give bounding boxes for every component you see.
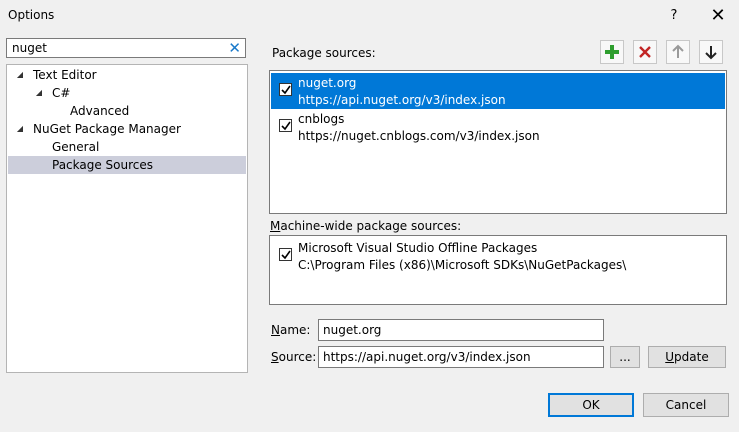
expanded-arrow-icon[interactable]: ◢ bbox=[34, 84, 44, 102]
tree-item-text-editor[interactable]: ◢ Text Editor bbox=[7, 66, 245, 84]
source-enabled-checkbox[interactable] bbox=[279, 248, 292, 261]
x-icon bbox=[639, 46, 651, 58]
checkmark-icon bbox=[281, 85, 291, 95]
source-path: C:\Program Files (x86)\Microsoft SDKs\Nu… bbox=[298, 258, 627, 272]
machine-wide-sources-list: Microsoft Visual Studio Offline Packages… bbox=[269, 235, 727, 305]
remove-source-button[interactable] bbox=[633, 40, 657, 64]
tree-item-label: General bbox=[52, 140, 100, 154]
tree-item-label: C# bbox=[52, 86, 71, 100]
options-tree: ◢ Text Editor ◢ C# Advanced ◢ NuGet Pack… bbox=[6, 64, 248, 373]
update-button[interactable]: Update bbox=[648, 346, 726, 368]
source-url: https://nuget.cnblogs.com/v3/index.json bbox=[298, 129, 540, 143]
tree-item-package-sources[interactable]: Package Sources bbox=[8, 156, 246, 174]
clear-search-icon[interactable]: ✕ bbox=[228, 39, 241, 57]
expanded-arrow-icon[interactable]: ◢ bbox=[15, 120, 25, 138]
checkmark-icon bbox=[281, 250, 291, 260]
plus-icon bbox=[605, 45, 619, 59]
add-source-button[interactable] bbox=[600, 40, 624, 64]
source-name: cnblogs bbox=[298, 112, 345, 126]
source-item-cnblogs[interactable]: cnblogs https://nuget.cnblogs.com/v3/ind… bbox=[271, 109, 725, 145]
tree-item-nuget-package-manager[interactable]: ◢ NuGet Package Manager bbox=[7, 120, 245, 138]
browse-button[interactable]: ... bbox=[610, 346, 640, 368]
name-field-value: nuget.org bbox=[323, 323, 382, 337]
tree-item-label: NuGet Package Manager bbox=[33, 122, 181, 136]
tree-item-csharp[interactable]: ◢ C# bbox=[7, 84, 245, 102]
checkmark-icon bbox=[281, 121, 291, 131]
name-label: Name: bbox=[271, 323, 311, 337]
tree-item-label: Advanced bbox=[70, 104, 130, 118]
package-sources-list: nuget.org https://api.nuget.org/v3/index… bbox=[269, 70, 727, 214]
close-button[interactable]: ✕ bbox=[700, 0, 736, 30]
source-name: Microsoft Visual Studio Offline Packages bbox=[298, 241, 538, 255]
cancel-button[interactable]: Cancel bbox=[643, 393, 729, 417]
machine-wide-label: Machine-wide package sources: bbox=[270, 219, 462, 233]
move-down-button[interactable] bbox=[699, 40, 723, 64]
help-button[interactable]: ? bbox=[656, 0, 692, 30]
tree-item-label: Text Editor bbox=[33, 68, 97, 82]
source-label: Source: bbox=[271, 350, 317, 364]
package-sources-label: Package sources: bbox=[272, 46, 376, 60]
source-name: nuget.org bbox=[298, 76, 357, 90]
source-item-vs-offline[interactable]: Microsoft Visual Studio Offline Packages… bbox=[271, 238, 725, 274]
search-input[interactable]: nuget ✕ bbox=[6, 38, 246, 58]
ok-button[interactable]: OK bbox=[548, 393, 634, 417]
source-field[interactable]: https://api.nuget.org/v3/index.json bbox=[318, 346, 604, 368]
expanded-arrow-icon[interactable]: ◢ bbox=[15, 66, 25, 84]
tree-item-label: Package Sources bbox=[52, 158, 154, 172]
source-enabled-checkbox[interactable] bbox=[279, 119, 292, 132]
window-title: Options bbox=[8, 8, 55, 22]
tree-item-advanced[interactable]: Advanced bbox=[7, 102, 245, 120]
source-enabled-checkbox[interactable] bbox=[279, 83, 292, 96]
move-up-button[interactable] bbox=[666, 40, 690, 64]
search-input-value: nuget bbox=[12, 41, 47, 55]
source-url: https://api.nuget.org/v3/index.json bbox=[298, 93, 506, 107]
source-field-value: https://api.nuget.org/v3/index.json bbox=[323, 350, 531, 364]
arrow-down-icon bbox=[705, 46, 717, 60]
tree-item-general[interactable]: General bbox=[7, 138, 245, 156]
source-item-nuget-org[interactable]: nuget.org https://api.nuget.org/v3/index… bbox=[271, 73, 725, 109]
arrow-up-icon bbox=[672, 44, 684, 58]
name-field[interactable]: nuget.org bbox=[318, 319, 604, 341]
